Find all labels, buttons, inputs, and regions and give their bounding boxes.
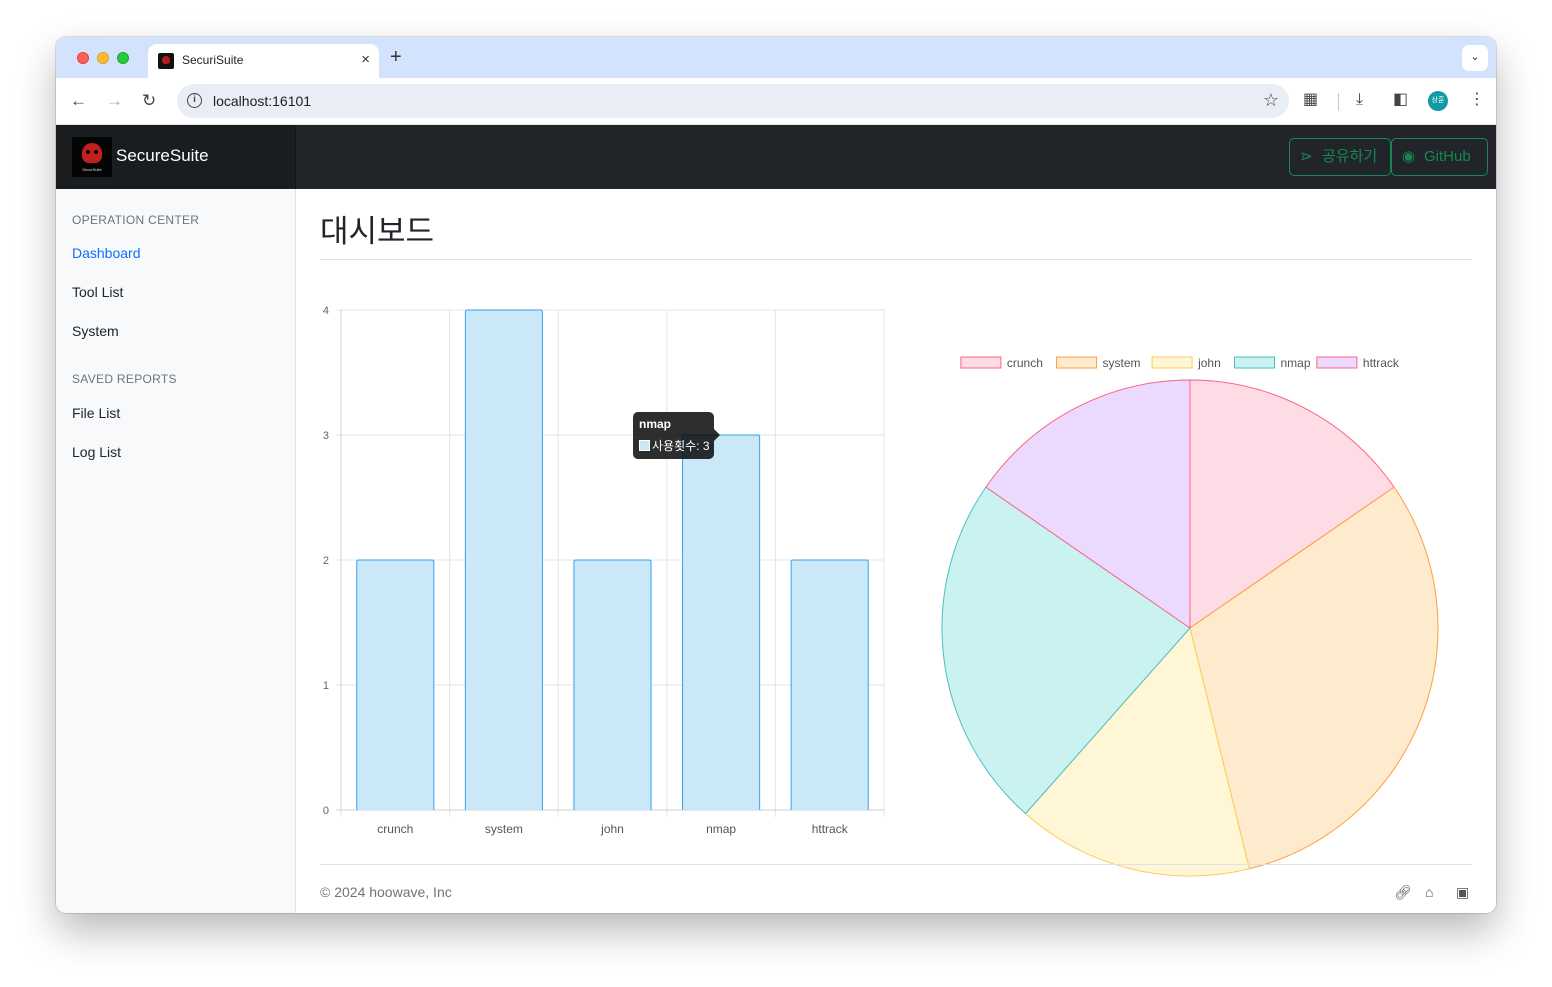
zoom-window-button[interactable] [117,52,129,64]
pie-legend-swatch-httrack[interactable] [1316,356,1358,369]
github-button[interactable]: ◉ GitHub [1391,138,1488,176]
sidebar-heading-saved-reports: SAVED REPORTS [72,372,177,386]
sidebar-item-dashboard[interactable]: Dashboard [72,245,141,261]
bar-y-tick-label: 2 [323,555,329,567]
sidebar: OPERATION CENTER Dashboard Tool List Sys… [56,189,296,913]
bar-x-tick-label: john [600,822,624,836]
minimize-window-button[interactable] [97,52,109,64]
tab-strip: SecuriSuite × + ⌄ [56,37,1496,78]
sidebar-item-file-list[interactable]: File List [72,405,120,421]
pie-legend-label-john[interactable]: john [1197,356,1221,370]
share-button[interactable]: ⋗ 공유하기 [1289,138,1391,176]
share-icon: ⋗ [1300,148,1313,165]
site-info-icon[interactable]: i [187,93,202,108]
sidebar-item-log-list[interactable]: Log List [72,444,121,460]
pie-legend-swatch-john[interactable] [1151,356,1193,369]
skull-logo-icon [82,143,102,163]
favicon-icon [158,53,174,69]
bar-x-tick-label: nmap [706,822,736,836]
tab-search-chevron-icon[interactable]: ⌄ [1462,45,1488,71]
pie-legend-swatch-nmap[interactable] [1234,356,1275,369]
github-icon: ◉ [1402,148,1416,165]
toolbar-divider [1338,93,1339,111]
footer-copyright: © 2024 hoowave, Inc [320,884,452,900]
sidebar-heading-operation-center: OPERATION CENTER [72,213,200,227]
pie-slice-nmap[interactable] [941,486,1191,815]
tooltip-swatch [639,440,650,451]
bar-y-tick-label: 4 [323,305,329,317]
forward-arrow-icon[interactable]: → [106,91,123,111]
pie-slice-system[interactable] [1189,486,1439,870]
bar-httrack[interactable] [790,559,869,810]
pie-slice-crunch[interactable] [1189,379,1395,629]
browser-toolbar: ← → ↻ i localhost:16101 ☆ ▦ ⤓ ◧ 상훈 ⋮ [56,78,1496,125]
bar-x-tick-label: system [485,822,523,836]
bar-system[interactable] [464,309,543,810]
github-button-label: GitHub [1424,148,1471,165]
browser-window: SecuriSuite × + ⌄ ← → ↻ i localhost:1610… [56,37,1496,913]
tooltip-title: nmap [639,417,672,431]
pie-legend-swatch-crunch[interactable] [960,356,1002,369]
profile-avatar[interactable]: 상훈 [1428,91,1448,111]
logo-text: SecurSuite [82,167,102,172]
brand-logo: SecurSuite [72,137,112,177]
side-panel-icon[interactable]: ◧ [1393,90,1408,110]
pie-legend-label-nmap[interactable]: nmap [1281,356,1311,370]
bar-y-tick-label: 1 [323,680,329,692]
brand[interactable]: SecurSuite SecureSuite [56,125,296,189]
pie-legend-label-httrack[interactable]: httrack [1363,356,1400,370]
sidebar-item-system[interactable]: System [72,323,119,339]
bar-x-tick-label: crunch [377,822,413,836]
pie-legend-swatch-system[interactable] [1056,356,1097,369]
tab-close-icon[interactable]: × [361,51,370,69]
tab-title: SecuriSuite [182,53,244,67]
kebab-menu-icon[interactable]: ⋮ [1469,90,1485,110]
bar-crunch[interactable] [356,559,435,810]
bar-chart[interactable]: 0 1 2 3 4 crunch system john nmap httrack [296,189,896,849]
bar-y-tick-label: 0 [323,805,329,817]
back-arrow-icon[interactable]: ← [70,91,87,111]
address-bar[interactable]: i localhost:16101 ☆ [177,84,1289,118]
reload-icon[interactable]: ↻ [142,91,156,111]
new-tab-button[interactable]: + [390,46,402,68]
footer-divider [320,864,1472,865]
sidebar-item-tool-list[interactable]: Tool List [72,284,123,300]
url-text[interactable]: localhost:16101 [213,93,311,109]
pie-slice-john[interactable] [1025,627,1250,877]
bar-y-tick-label: 3 [323,430,329,442]
instagram-icon[interactable]: ▣ [1456,884,1469,901]
pie-slice-httrack[interactable] [985,379,1191,629]
close-window-button[interactable] [77,52,89,64]
bar-john[interactable] [573,559,652,810]
bar-nmap[interactable] [682,434,761,810]
main-content: 대시보드 0 1 2 3 4 crunch system john nmap httrack cr… [296,189,1496,913]
bookmark-star-icon[interactable]: ☆ [1263,90,1279,111]
app-navbar: SecurSuite SecureSuite ⋗ 공유하기 ◉ GitHub [56,125,1496,189]
browser-tab[interactable]: SecuriSuite × [148,44,379,78]
extensions-puzzle-icon[interactable]: ▦ [1303,90,1318,110]
bar-x-tick-label: httrack [812,822,849,836]
link-icon[interactable]: 🔗︎ [1394,884,1412,901]
home-icon[interactable]: ⌂ [1425,884,1433,900]
brand-name[interactable]: SecureSuite [116,146,209,166]
pie-legend-label-crunch[interactable]: crunch [1007,356,1043,370]
tooltip-label: 사용횟수: 3 [652,439,710,453]
download-icon[interactable]: ⤓ [1356,90,1363,110]
pie-legend-label-system[interactable]: system [1103,356,1141,370]
share-button-label: 공유하기 [1322,148,1378,165]
chart-tooltip: nmap 사용횟수: 3 [633,412,720,459]
